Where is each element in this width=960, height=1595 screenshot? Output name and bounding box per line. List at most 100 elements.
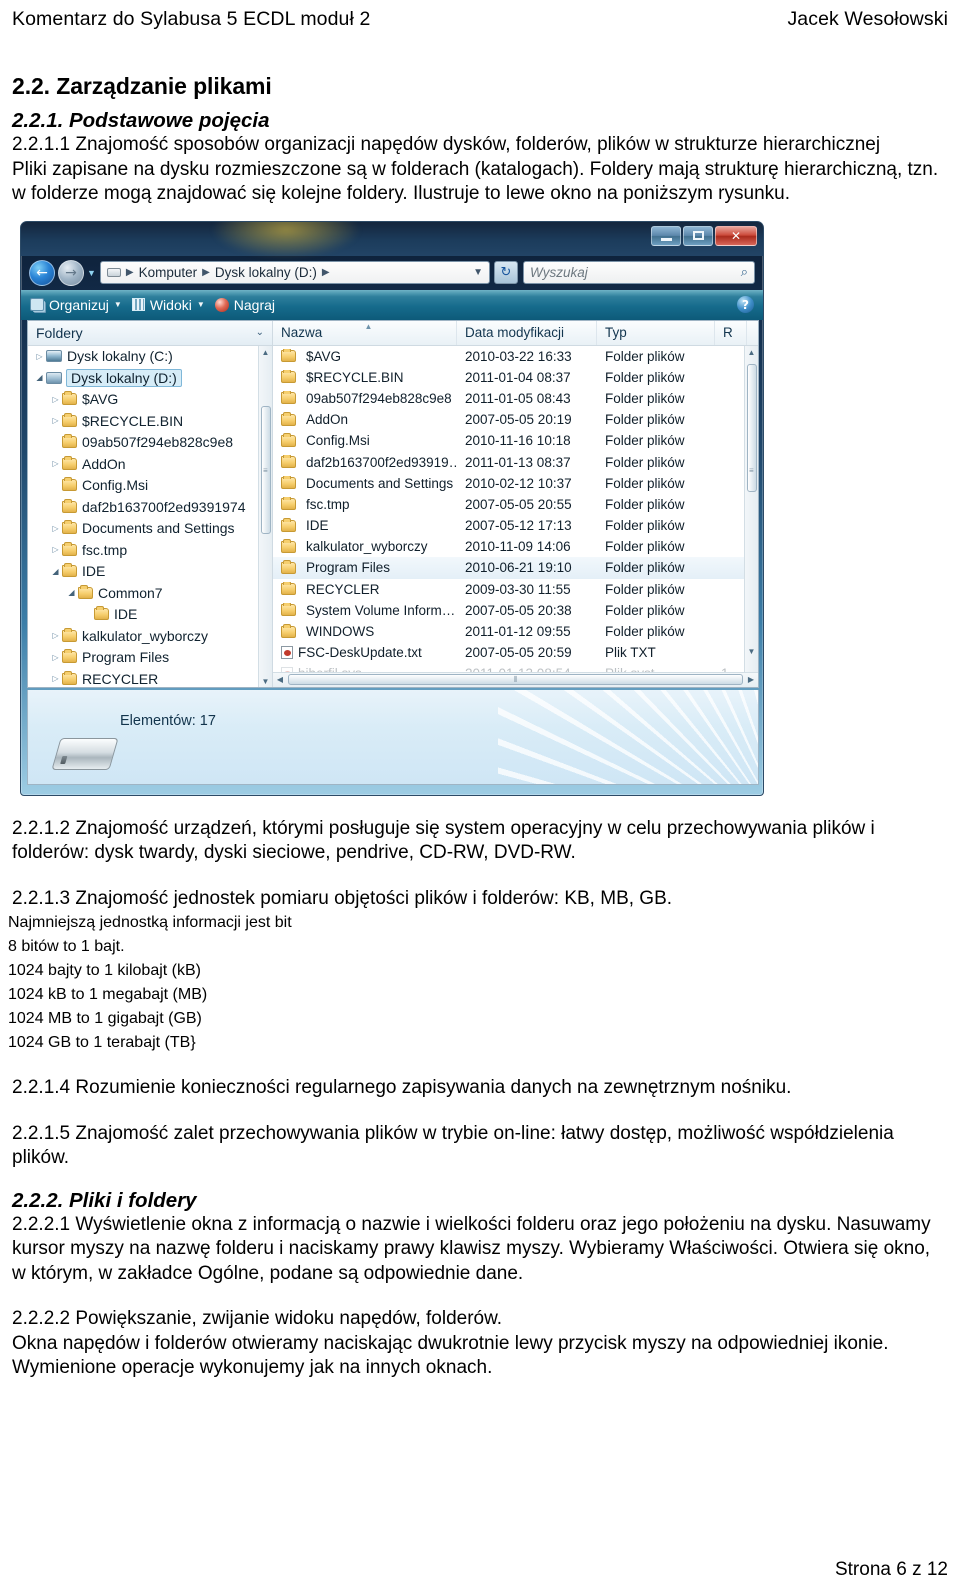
table-row[interactable]: System Volume Inform… 2007-05-05 20:38 Fol… — [273, 600, 758, 621]
tree-node[interactable]: ▷ Documents and Settings — [28, 518, 272, 540]
table-row[interactable]: RECYCLER 2009-03-30 11:55 Folder plików — [273, 579, 758, 600]
file-type-cell: Folder plików — [605, 454, 685, 470]
help-button[interactable]: ? — [737, 296, 754, 313]
breadcrumb-root[interactable]: Komputer — [139, 265, 198, 280]
list-scroll-up-icon[interactable]: ▲ — [745, 346, 758, 360]
horizontal-scrollbar[interactable]: ◀ ⦀ ▶ — [273, 671, 758, 687]
tree-scroll-grip-icon: ≡ — [263, 465, 268, 475]
column-header[interactable]: Typ — [597, 320, 715, 345]
expand-triangle-icon[interactable]: ▷ — [33, 352, 46, 361]
file-name-cell: IDE — [273, 518, 457, 533]
file-name-cell: 09ab507f294eb828c9e8 — [273, 390, 457, 406]
file-date-cell: 2011-01-05 08:43 — [465, 390, 571, 406]
expand-triangle-icon[interactable]: ▷ — [49, 631, 62, 640]
minimize-button[interactable] — [651, 225, 681, 246]
tree-scroll-down-icon[interactable]: ▼ — [259, 675, 272, 687]
views-icon — [131, 298, 145, 311]
expand-triangle-icon[interactable]: ▷ — [49, 653, 62, 662]
breadcrumb[interactable]: ▶ Komputer ▶ Dysk lokalny (D:) ▶ ▼ — [99, 261, 490, 284]
hscroll-thumb[interactable]: ⦀ — [288, 674, 743, 685]
close-button[interactable]: ✕ — [715, 225, 757, 246]
chevron-down-icon-tree[interactable]: ⌄ — [256, 327, 264, 338]
file-name-cell: kalkulator_wyborczy — [273, 539, 457, 554]
tree-node[interactable]: ▷ Dysk lokalny (C:) — [28, 346, 272, 368]
tree-node[interactable]: ◢ IDE — [28, 561, 272, 583]
table-row[interactable]: Documents and Settings 2010-02-12 10:37 Fo… — [273, 473, 758, 494]
file-type-cell: Folder plików — [605, 390, 685, 406]
expand-triangle-icon[interactable]: ▷ — [49, 524, 62, 533]
table-row[interactable]: Program Files 2010-06-21 19:10 Folder plik… — [273, 557, 758, 579]
tree-node[interactable]: ▷ kalkulator_wyborczy — [28, 625, 272, 647]
tree-node[interactable]: ▷ AddOn — [28, 453, 272, 475]
folder-icon — [281, 518, 296, 532]
tree-node[interactable]: ▷ Program Files — [28, 647, 272, 669]
expand-triangle-icon[interactable]: ▷ — [49, 545, 62, 554]
list-scroll-down-icon[interactable]: ▼ — [745, 645, 758, 659]
table-row[interactable]: FSC-DeskUpdate.txt 2007-05-05 20:59 Plik T… — [273, 642, 758, 663]
back-button[interactable]: ← — [29, 259, 55, 286]
expand-triangle-icon[interactable]: ▷ — [49, 459, 62, 468]
unit-line: 1024 bajty to 1 kilobajt (kB) — [8, 962, 201, 979]
table-row[interactable]: AddOn 2007-05-05 20:19 Folder plików — [273, 409, 758, 430]
tree-node[interactable]: IDE — [28, 604, 272, 626]
search-input[interactable]: Wyszukaj ⌕ — [523, 261, 755, 284]
collapse-triangle-icon[interactable]: ◢ — [49, 567, 62, 576]
collapse-triangle-icon[interactable]: ◢ — [65, 588, 78, 597]
tree-scroll-up-icon[interactable]: ▲ — [259, 346, 272, 360]
table-row[interactable]: fsc.tmp 2007-05-05 20:55 Folder plików — [273, 494, 758, 515]
tree-scrollbar[interactable]: ▲ ≡ ▼ — [258, 345, 272, 687]
column-header[interactable]: ▲ Nazwa — [273, 320, 457, 345]
tree-node[interactable]: Config.Msi — [28, 475, 272, 497]
expand-triangle-icon[interactable]: ▷ — [49, 395, 62, 404]
file-type-cell: Folder plików — [605, 412, 685, 428]
address-dropdown-caret-icon[interactable]: ▼ — [473, 267, 483, 278]
expand-triangle-icon[interactable]: ▷ — [49, 674, 62, 683]
file-name-label: $RECYCLE.BIN — [306, 369, 404, 385]
item-count-label: Elementów: 17 — [120, 712, 216, 729]
search-icon: ⌕ — [740, 265, 748, 280]
tree-node[interactable]: ▷ fsc.tmp — [28, 539, 272, 561]
hscroll-left-icon[interactable]: ◀ — [273, 675, 287, 684]
burn-button[interactable]: Nagraj — [214, 297, 275, 313]
table-row[interactable]: $AVG 2010-03-22 16:33 Folder plików — [273, 346, 758, 367]
table-row[interactable]: $RECYCLE.BIN 2011-01-04 08:37 Folder plikó… — [273, 367, 758, 388]
tree-node[interactable]: ◢ Common7 — [28, 582, 272, 604]
tree-node[interactable]: daf2b163700f2ed9391974 — [28, 496, 272, 518]
table-row[interactable]: Config.Msi 2010-11-16 10:18 Folder plików — [273, 430, 758, 451]
table-row[interactable]: daf2b163700f2ed93919… 2011-01-13 08:37 Fol… — [273, 451, 758, 472]
recent-pages-caret-icon[interactable]: ▼ — [87, 268, 96, 278]
file-name-label: RECYCLER — [306, 581, 380, 597]
tree-node[interactable]: ▷ $AVG — [28, 389, 272, 411]
refresh-button[interactable]: ↻ — [494, 261, 518, 284]
column-header[interactable]: Data modyfikacji — [457, 320, 597, 345]
file-type-cell: Folder plików — [605, 369, 685, 385]
tree-node[interactable]: ▷ RECYCLER — [28, 668, 272, 687]
expand-triangle-icon[interactable]: ▷ — [49, 416, 62, 425]
burn-icon — [214, 297, 229, 312]
hscroll-right-icon[interactable]: ▶ — [744, 675, 758, 684]
file-date-cell: 2010-02-12 10:37 — [465, 475, 572, 491]
table-row[interactable]: IDE 2007-05-12 17:13 Folder plików — [273, 515, 758, 536]
column-header[interactable]: R — [715, 320, 747, 345]
folder-icon — [281, 624, 296, 638]
collapse-triangle-icon[interactable]: ◢ — [33, 373, 46, 382]
tree-node[interactable]: ▷ $RECYCLE.BIN — [28, 410, 272, 432]
views-button[interactable]: Widoki ▼ — [131, 297, 205, 313]
maximize-button[interactable] — [683, 225, 713, 246]
list-scrollbar[interactable]: ▲ ≡ ▼ — [744, 345, 758, 674]
table-row[interactable]: kalkulator_wyborczy 2010-11-09 14:06 Folde… — [273, 536, 758, 557]
tree-node[interactable]: 09ab507f294eb828c9e8 — [28, 432, 272, 454]
forward-button[interactable]: → — [58, 259, 84, 286]
folder-icon — [62, 477, 77, 492]
file-date-cell: 2007-05-05 20:19 — [465, 412, 572, 428]
paragraph-2211: 2.2.1.1 Znajomość sposobów organizacji n… — [12, 134, 881, 155]
table-row[interactable]: WINDOWS 2011-01-12 09:55 Folder plików — [273, 621, 758, 642]
organize-button[interactable]: Organizuj ▼ — [30, 297, 122, 313]
breadcrumb-drive[interactable]: Dysk lokalny (D:) — [215, 265, 317, 280]
folder-icon — [62, 649, 77, 664]
tree-node[interactable]: ◢ Dysk lokalny (D:) — [28, 367, 272, 389]
folder-tree-header[interactable]: Foldery ⌄ — [28, 320, 272, 346]
folder-icon — [281, 454, 296, 469]
file-date-cell: 2010-11-16 10:18 — [465, 433, 571, 449]
table-row[interactable]: 09ab507f294eb828c9e8 2011-01-05 08:43 Fold… — [273, 388, 758, 409]
